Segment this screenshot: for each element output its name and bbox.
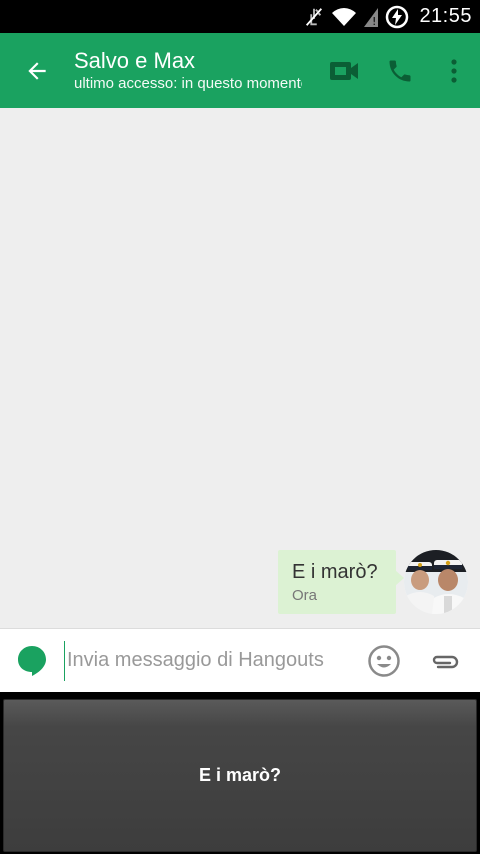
message-text: E i marò? xyxy=(292,561,378,583)
message-bubble[interactable]: E i marò? Ora xyxy=(278,550,396,614)
conversation-area[interactable]: E i marò? Ora xyxy=(0,108,480,628)
app-bar-actions xyxy=(316,33,480,108)
status-bar: ! 21:55 xyxy=(0,0,480,33)
suggestion-text: E i marò? xyxy=(198,765,282,785)
more-options-button[interactable] xyxy=(428,33,480,108)
hangouts-icon xyxy=(18,645,46,676)
hangouts-button[interactable] xyxy=(0,645,64,677)
last-seen-subtitle: ultimo accesso: in questo momento xyxy=(74,74,302,92)
clock: 21:55 xyxy=(419,5,472,27)
keyboard-area: E i marò? xyxy=(0,692,480,854)
signal-icon: ! xyxy=(363,6,379,28)
more-vert-icon xyxy=(451,58,457,83)
keyboard-suggestion[interactable]: E i marò? xyxy=(3,699,477,852)
video-call-icon xyxy=(330,61,358,80)
emoji-button[interactable] xyxy=(354,644,414,678)
wifi-icon xyxy=(331,6,357,28)
app-bar: Salvo e Max ultimo accesso: in questo mo… xyxy=(0,33,480,108)
attach-button[interactable] xyxy=(414,651,474,671)
conversation-title: Salvo e Max xyxy=(74,47,196,73)
message-input[interactable] xyxy=(64,640,354,681)
phone-call-button[interactable] xyxy=(372,33,428,108)
emoji-icon xyxy=(368,644,400,677)
battery-charging-icon xyxy=(385,5,409,29)
phone-icon xyxy=(389,60,411,81)
mute-icon xyxy=(303,6,325,28)
message-bubble-tail xyxy=(395,570,404,586)
avatar[interactable] xyxy=(404,550,468,614)
svg-text:!: ! xyxy=(372,15,376,28)
video-call-button[interactable] xyxy=(316,33,372,108)
message-timestamp: Ora xyxy=(292,587,318,604)
conversation-header[interactable]: Salvo e Max ultimo accesso: in questo mo… xyxy=(74,48,302,94)
back-button[interactable] xyxy=(0,33,74,108)
compose-bar xyxy=(0,628,480,692)
arrow-back-icon xyxy=(28,61,46,80)
attach-icon xyxy=(432,655,459,668)
